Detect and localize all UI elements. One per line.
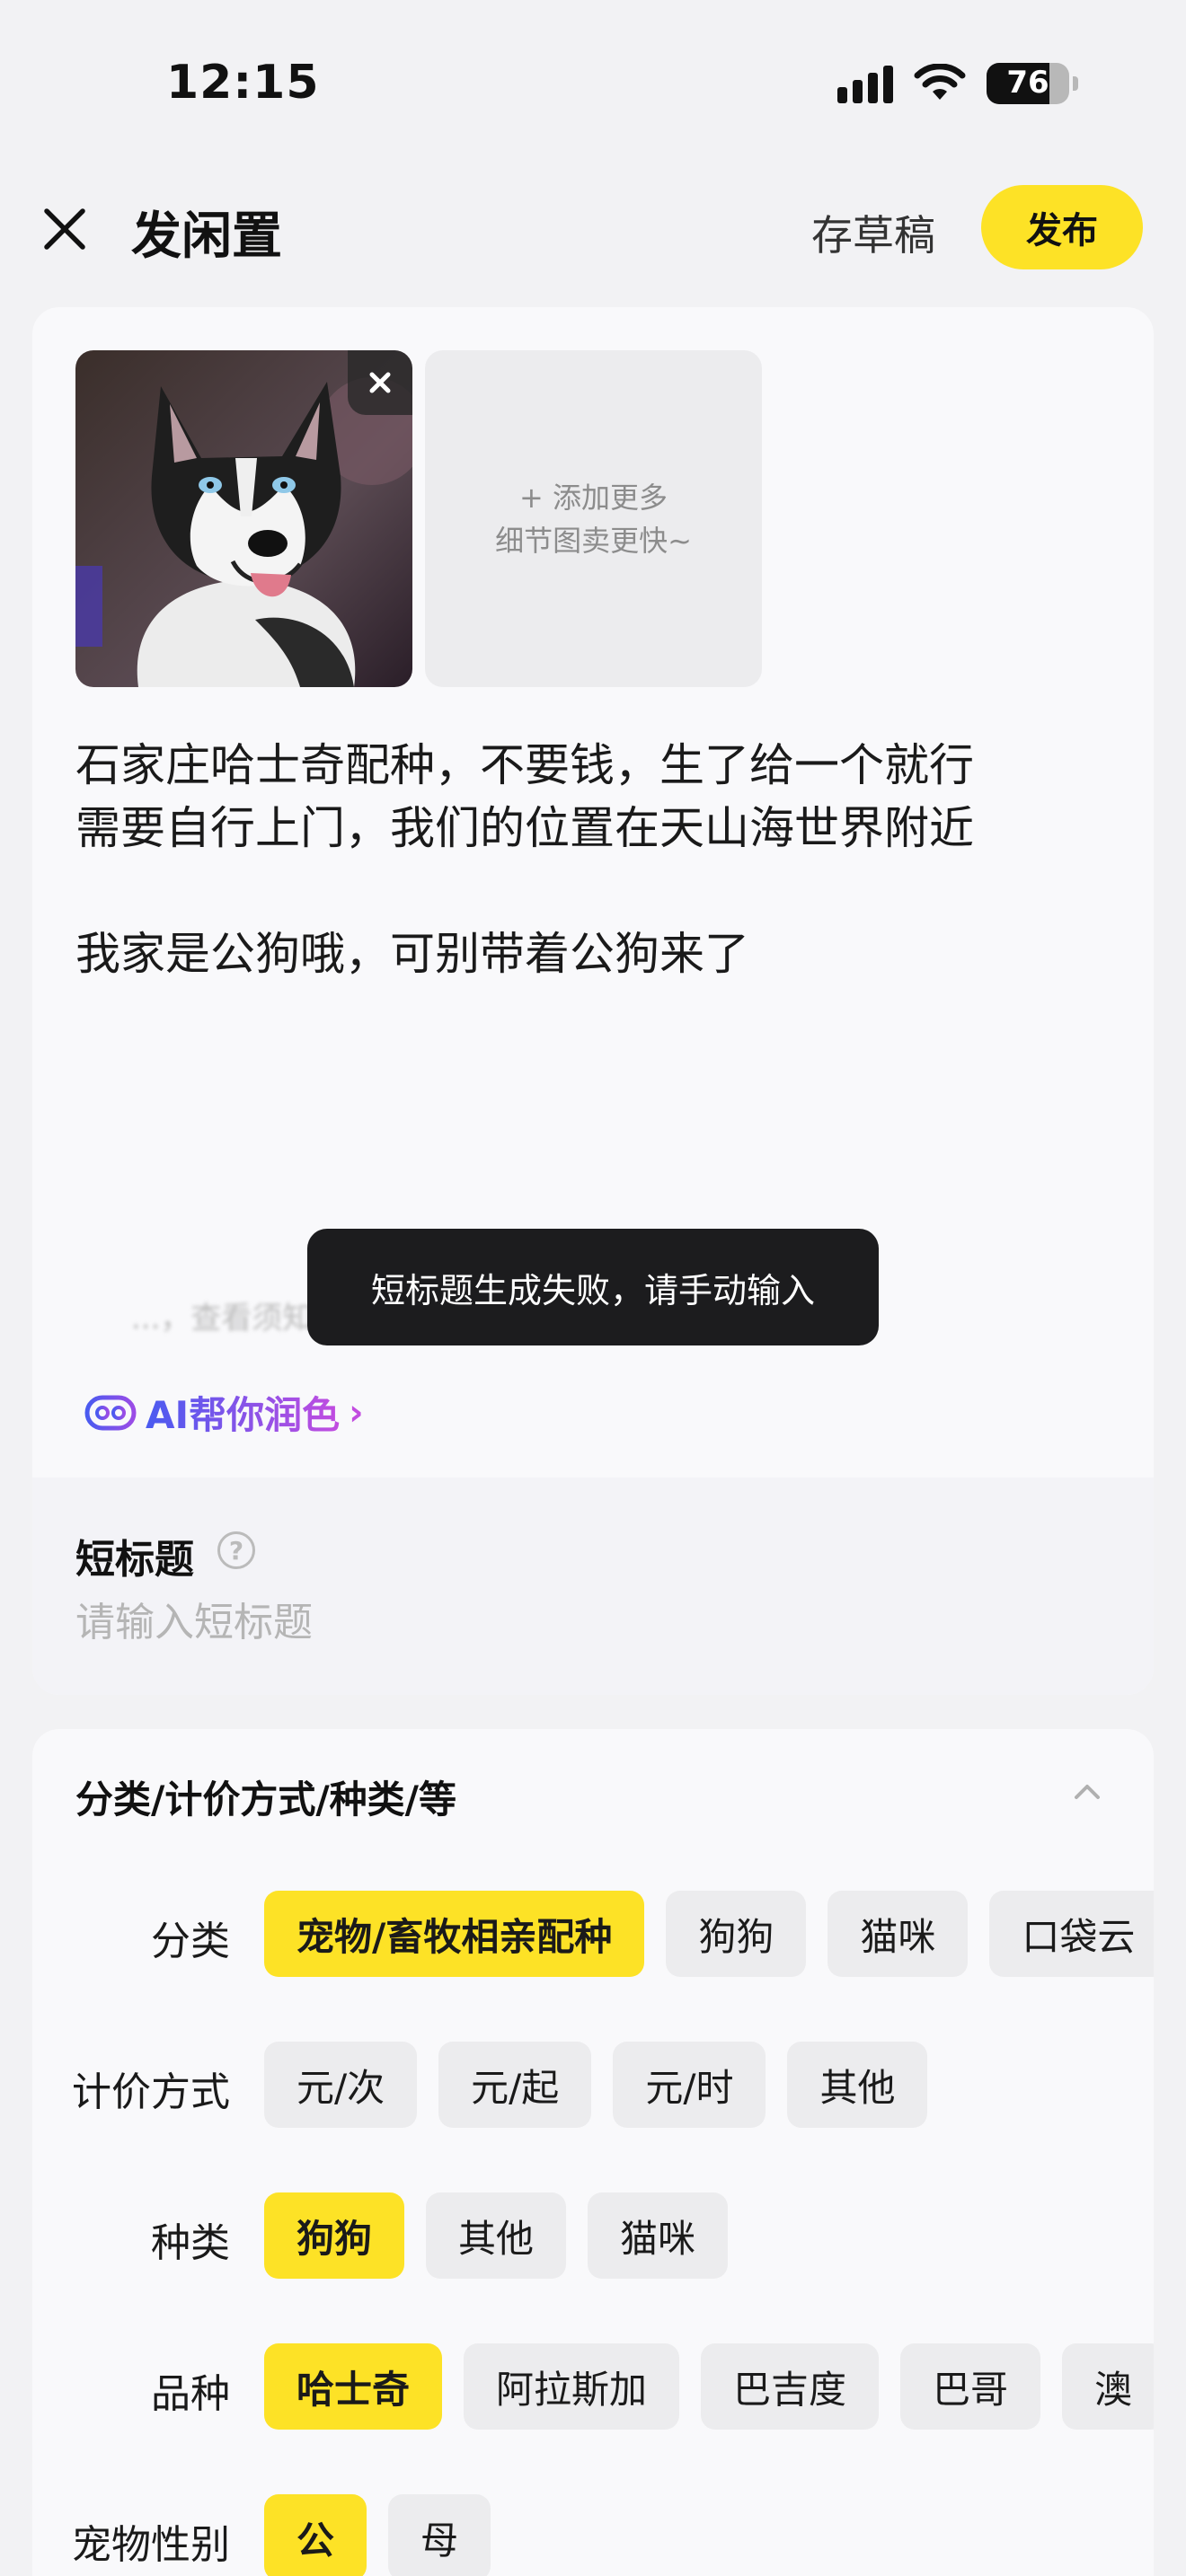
nav-header: 发闲置 存草稿 发布 <box>0 180 1186 278</box>
option-chip[interactable]: 宠物/畜牧相亲配种 <box>264 1891 645 1977</box>
description-line: 我家是公狗哦，可别带着公狗来了 <box>75 928 749 980</box>
option-chip[interactable]: 猫咪 <box>828 1891 969 1977</box>
battery-icon: 76 <box>987 63 1069 104</box>
option-chip[interactable]: 巴吉度 <box>701 2343 880 2430</box>
wifi-icon <box>914 64 966 100</box>
collapse-chevron-glyph <box>1075 1785 1100 1799</box>
option-chip[interactable]: 哈士奇 <box>264 2343 443 2430</box>
attribute-label: 宠物性别 <box>72 2522 230 2568</box>
description-line: 需要自行上门，我们的位置在天山海世界附近 <box>75 802 974 854</box>
option-chip[interactable]: 其他 <box>787 2042 928 2128</box>
photo-thumbnail[interactable] <box>75 350 412 687</box>
attribute-row: 品种 哈士奇 阿拉斯加 巴吉度 巴哥澳 <box>32 2343 1154 2430</box>
attribute-row: 分类 宠物/畜牧相亲配种 狗狗 猫咪 口袋云 <box>32 1891 1154 1977</box>
short-title-section: 短标题 ? <box>32 1478 1154 1695</box>
status-time: 12:15 <box>166 56 320 110</box>
toast-message: 短标题生成失败，请手动输入 <box>307 1229 879 1345</box>
remove-photo-button[interactable] <box>348 350 412 415</box>
option-chip-group: 宠物/畜牧相亲配种 狗狗 猫咪 口袋云 <box>264 1891 1154 1977</box>
short-title-input[interactable] <box>75 1592 1064 1652</box>
attributes-section-header: 分类/计价方式/种类/等 <box>75 1778 457 1822</box>
add-more-hint: 细节图卖更快~ <box>495 523 692 558</box>
description-textarea[interactable]: 石家庄哈士奇配种，不要钱，生了给一个就行 需要自行上门，我们的位置在天山海世界附… <box>75 734 1118 985</box>
publish-button[interactable]: 发布 <box>981 185 1143 269</box>
attribute-row: 计价方式 元/次 元/起 元/时 其他 <box>32 2042 1154 2128</box>
close-icon <box>44 208 85 250</box>
option-chip[interactable]: 母 <box>388 2494 491 2576</box>
attribute-row: 宠物性别公母 <box>32 2494 1154 2576</box>
status-indicators: 76 <box>837 63 1078 104</box>
page-title: 发闲置 <box>131 207 282 266</box>
add-more-label: + 添加更多 <box>519 480 668 515</box>
ai-polish-label: AI帮你润色 <box>146 1385 340 1440</box>
attribute-label: 品种 <box>151 2371 230 2417</box>
option-chip[interactable]: 口袋云 <box>989 1891 1154 1977</box>
option-chip[interactable]: 公 <box>264 2494 367 2576</box>
short-title-label: 短标题 <box>75 1537 194 1583</box>
attribute-row: 种类 狗狗 其他 猫咪 <box>32 2192 1154 2279</box>
ai-polish-button[interactable]: AI帮你润色 › <box>84 1385 364 1440</box>
option-chip[interactable]: 其他 <box>426 2192 567 2279</box>
option-chip[interactable]: 阿拉斯加 <box>464 2343 680 2430</box>
description-line <box>75 860 1118 922</box>
option-chip[interactable]: 元/时 <box>613 2042 766 2128</box>
listing-content-card: + 添加更多 细节图卖更快~ 石家庄哈士奇配种，不要钱，生了给一个就行 需要自行… <box>32 307 1154 1695</box>
description-line: 石家庄哈士奇配种，不要钱，生了给一个就行 <box>75 739 974 791</box>
option-chip[interactable]: 巴哥 <box>900 2343 1041 2430</box>
ai-sparkle-icon <box>84 1395 137 1430</box>
attribute-label: 分类 <box>151 1919 230 1964</box>
attribute-label: 种类 <box>151 2220 230 2266</box>
status-bar: 12:15 76 <box>0 0 1186 171</box>
chevron-up-icon[interactable] <box>1067 1772 1107 1812</box>
cellular-signal-icon <box>837 64 893 103</box>
option-chip-group: 公母 <box>264 2494 491 2576</box>
chevron-right-icon: › <box>349 1391 364 1434</box>
help-icon[interactable]: ? <box>217 1531 255 1569</box>
option-chip[interactable]: 猫咪 <box>588 2192 729 2279</box>
option-chip-group: 哈士奇 阿拉斯加 巴吉度 巴哥澳 <box>264 2343 1154 2430</box>
add-more-photos-button[interactable]: + 添加更多 细节图卖更快~ <box>425 350 762 687</box>
option-chip[interactable]: 澳 <box>1062 2343 1154 2430</box>
attributes-card: 分类/计价方式/种类/等 分类 宠物/畜牧相亲配种 狗狗 猫咪 口袋云 计价方式 元/次 元/… <box>32 1729 1154 2576</box>
option-chip[interactable]: 狗狗 <box>666 1891 807 1977</box>
battery-level: 76 <box>1006 65 1049 101</box>
attribute-label: 计价方式 <box>72 2069 230 2115</box>
option-chip[interactable]: 元/次 <box>264 2042 418 2128</box>
option-chip[interactable]: 狗狗 <box>264 2192 405 2279</box>
close-button[interactable] <box>38 202 92 256</box>
battery-cap <box>1073 76 1078 91</box>
save-draft-button[interactable]: 存草稿 <box>811 203 935 262</box>
close-icon <box>369 372 391 393</box>
option-chip-group: 元/次 元/起 元/时 其他 <box>264 2042 928 2128</box>
option-chip[interactable]: 元/起 <box>438 2042 592 2128</box>
option-chip-group: 狗狗 其他 猫咪 <box>264 2192 729 2279</box>
